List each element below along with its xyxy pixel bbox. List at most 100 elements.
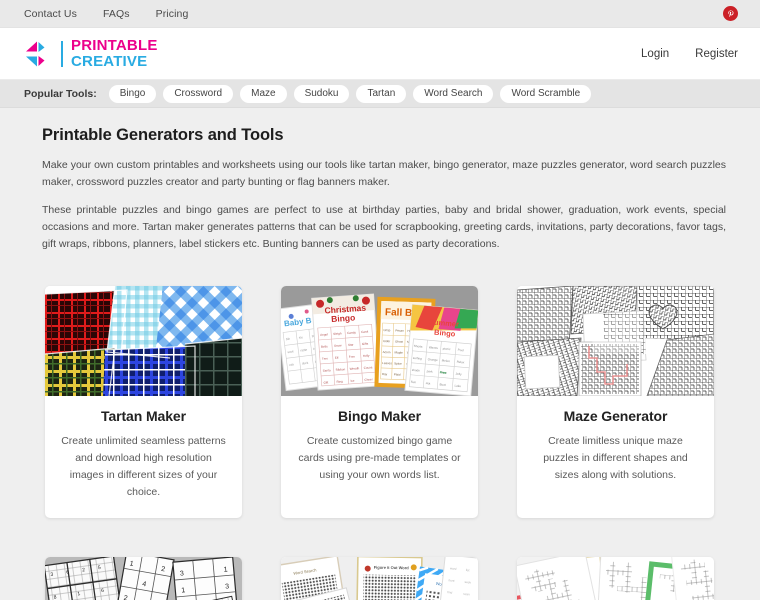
auth-nav: Login Register [641,48,738,60]
svg-text:1: 1 [181,587,186,594]
svg-text:Bingo: Bingo [434,328,456,339]
logo-line-printable: PRINTABLE [71,37,158,55]
tool-card-maze-generator[interactable]: Maze Generator Create limitless unique m… [517,286,714,518]
svg-text:scan: scan [463,592,470,597]
tool-pill-crossword[interactable]: Crossword [163,84,234,103]
popular-tools-label: Popular Tools: [24,87,97,100]
svg-text:Gift: Gift [323,380,328,384]
site-logo[interactable]: PRINTABLE CREATIVE [24,38,641,69]
tool-pill-bingo[interactable]: Bingo [108,84,157,103]
svg-text:Cocoa: Cocoa [363,365,372,370]
svg-text:surfing: surfing [413,356,423,361]
svg-text:rattle: rattle [300,348,307,353]
intro-paragraph-2: These printable puzzles and bingo games … [42,204,726,250]
svg-text:Tree: Tree [322,356,329,360]
svg-text:Hay: Hay [382,372,388,376]
svg-text:Snow: Snow [334,343,343,348]
topbar-link-faqs[interactable]: FAQs [103,8,130,20]
svg-text:Free: Free [349,354,356,358]
svg-text:Gifts: Gifts [362,342,369,346]
bingo-cards-thumbnail: Baby B bibtoypram sockrattlebottle cribd… [281,286,478,396]
topbar-nav: Contact Us FAQs Pricing [24,8,723,20]
intro-paragraph-1: Make your own custom printables and work… [42,159,726,188]
svg-text:park: park [427,369,434,374]
tool-pill-tartan[interactable]: Tartan [356,84,407,103]
svg-text:Acorn: Acorn [383,350,391,354]
svg-text:Ghost: Ghost [395,339,403,343]
svg-text:seek: seek [464,580,471,585]
svg-text:Waves: Waves [429,345,439,350]
logo-line-creative: CREATIVE [71,52,148,70]
popular-tools-bar: Popular Tools: Bingo Crossword Maze Sudo… [0,80,760,108]
tool-card-word-search[interactable]: Word Search applegrapeplum pearmelonlime… [281,557,478,600]
logo-mark-icon [26,41,45,66]
register-link[interactable]: Register [695,48,738,60]
svg-text:Santa: Santa [323,368,331,373]
svg-text:2: 2 [123,595,128,600]
card-body: Bingo Maker Create customized bingo game… [281,396,478,501]
svg-text:crib: crib [289,362,295,367]
svg-text:Lake: Lake [454,384,461,389]
tool-pill-sudoku[interactable]: Sudoku [293,84,350,103]
svg-text:1: 1 [223,566,228,573]
svg-text:3: 3 [180,570,185,577]
logo-divider [61,40,63,67]
svg-text:Crisp: Crisp [383,328,390,332]
svg-text:Cheer: Cheer [364,377,372,382]
svg-text:Bingo: Bingo [331,312,356,324]
svg-text:sock: sock [287,349,294,354]
svg-text:Melon: Melon [442,358,451,363]
main-content: Printable Generators and Tools Make your… [0,108,760,600]
svg-text:3: 3 [225,583,230,590]
svg-text:Wreath: Wreath [350,366,360,371]
tool-card-bingo-maker[interactable]: Baby B bibtoypram sockrattlebottle cribd… [281,286,478,518]
card-title: Maze Generator [563,408,668,424]
card-body: Maze Generator Create limitless unique m… [517,396,714,501]
svg-text:Ribbon: Ribbon [336,367,346,372]
tool-pill-maze[interactable]: Maze [240,84,287,103]
svg-text:duck: duck [302,361,309,366]
page-title: Printable Generators and Tools [42,126,284,144]
svg-text:Leaves: Leaves [382,361,392,365]
card-description: Create unlimited seamless patterns and d… [61,435,226,498]
sudoku-puzzles-thumbnail: 3625 816 594 12 [45,557,242,600]
svg-text:Angel: Angel [320,332,328,337]
svg-text:Maple: Maple [395,350,404,354]
tool-pill-word-search[interactable]: Word Search [413,84,494,103]
svg-text:Bells: Bells [321,344,328,348]
svg-text:Cider: Cider [383,339,390,343]
svg-text:Sleigh: Sleigh [333,331,342,336]
tool-pill-word-scramble[interactable]: Word Scramble [500,84,592,103]
svg-text:Plaid: Plaid [394,372,401,376]
svg-text:Holly: Holly [363,353,370,357]
tool-card-tartan-maker[interactable]: Tartan Maker Create unlimited seamless p… [45,286,242,518]
tool-card-grid: Tartan Maker Create unlimited seamless p… [42,264,736,600]
top-utility-bar: Contact Us FAQs Pricing [0,0,760,28]
svg-text:Pecan: Pecan [395,328,404,332]
tool-card-crossword[interactable]: Blog [517,557,714,600]
svg-text:Ring: Ring [336,379,343,383]
pinterest-icon[interactable] [723,6,738,21]
svg-text:Star: Star [348,343,354,347]
card-body: Tartan Maker Create unlimited seamless p… [45,396,242,518]
svg-text:Figure it Out Word: Figure it Out Word [374,565,410,571]
tool-card-sudoku[interactable]: 3625 816 594 12 [45,557,242,600]
svg-text:Jelly: Jelly [455,372,462,377]
logo-wordmark: PRINTABLE CREATIVE [71,38,158,69]
social-links [723,6,738,21]
topbar-link-pricing[interactable]: Pricing [156,8,189,20]
card-title: Tartan Maker [101,408,186,424]
svg-text:Pool: Pool [458,348,465,353]
topbar-link-contact-us[interactable]: Contact Us [24,8,77,20]
tartan-swatches-thumbnail [45,286,242,396]
login-link[interactable]: Login [641,48,669,60]
svg-text:Boat: Boat [439,382,446,387]
svg-text:picnic: picnic [443,346,451,351]
svg-text:Sun: Sun [411,380,417,384]
card-description: Create limitless unique maze puzzles in … [543,435,688,481]
svg-text:Candy: Candy [347,330,356,335]
svg-text:Free: Free [439,370,446,375]
svg-text:Elf: Elf [335,356,339,360]
crossword-thumbnail: Blog [517,557,714,600]
svg-text:Carol: Carol [361,329,369,334]
